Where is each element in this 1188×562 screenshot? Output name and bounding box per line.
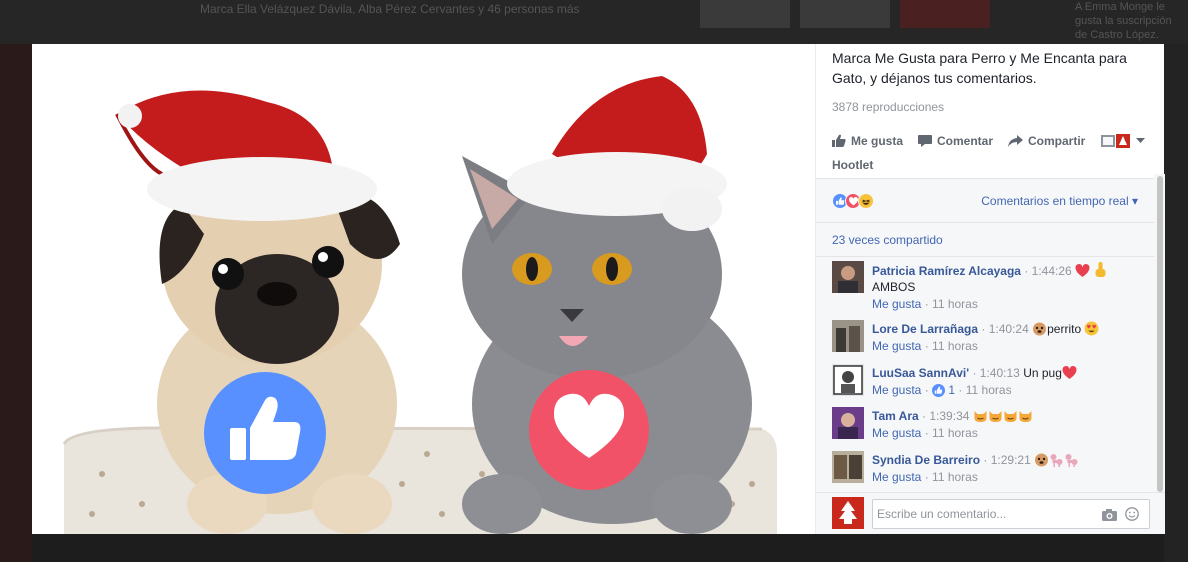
page-avatar-selector[interactable] <box>1101 134 1145 148</box>
share-button-label: Compartir <box>1028 134 1086 148</box>
cat-emoji-icon <box>1019 411 1032 422</box>
like-button[interactable]: Me gusta <box>832 134 903 148</box>
poodle-emoji-icon <box>1050 454 1063 467</box>
comment-composer <box>816 492 1165 534</box>
background-tag-line: Marca Ella Velázquez Dávila, Alba Pérez … <box>200 2 580 16</box>
comment-like-button[interactable]: Me gusta <box>872 383 921 397</box>
background-topbar <box>0 0 1188 44</box>
background-side-text: A Emma Monge le gusta la suscripción de … <box>1075 1 1172 41</box>
heart-eyes-emoji-icon <box>1085 321 1099 336</box>
heart-emoji-icon <box>1062 366 1077 379</box>
comment-age[interactable]: 11 horas <box>932 339 978 353</box>
comment-sort-dropdown[interactable]: Comentarios en tiempo real ▾ <box>981 194 1138 208</box>
avatar[interactable] <box>832 407 864 439</box>
comment-text: perrito <box>1047 322 1082 336</box>
comment-age[interactable]: 11 horas <box>932 297 978 311</box>
share-arrow-icon <box>1008 134 1023 148</box>
dog-emoji-icon <box>1033 322 1047 336</box>
comments-scrollbar[interactable] <box>1154 174 1165 492</box>
comment-body: Tam Ara · 1:39:34 Me gusta · 11 horas <box>872 408 1142 441</box>
comment-meta: Me gusta · 1 · 11 horas <box>872 383 1012 397</box>
avatar[interactable] <box>832 261 864 293</box>
background-right-strip <box>1164 44 1188 562</box>
shares-count-link[interactable]: 23 veces compartido <box>832 233 943 247</box>
comment-author[interactable]: Tam Ara <box>872 409 919 423</box>
comment-video-time[interactable]: 1:39:34 <box>929 409 969 423</box>
comment-author[interactable]: LuuSaa SannAvi' <box>872 366 969 380</box>
comment-button[interactable]: Comentar <box>918 134 993 148</box>
like-button-label: Me gusta <box>851 134 904 148</box>
comment-video-time[interactable]: 1:40:13 <box>980 366 1020 380</box>
comment-meta: Me gusta · 11 horas <box>872 297 978 311</box>
comment-like-button[interactable]: Me gusta <box>872 297 921 311</box>
comment-video-time[interactable]: 1:40:24 <box>989 322 1029 336</box>
post-caption: Marca Me Gusta para Perro y Me Encanta p… <box>832 50 1127 86</box>
comment-like-count[interactable]: 1 <box>948 383 955 397</box>
comment-author[interactable]: Patricia Ramírez Alcayaga <box>872 264 1021 278</box>
background-thumb <box>900 0 990 28</box>
share-button[interactable]: Compartir <box>1008 134 1085 148</box>
thumbs-up-icon <box>832 134 846 148</box>
background-bottom <box>32 534 1164 562</box>
cat-emoji-icon <box>1004 411 1017 422</box>
comment-video-time[interactable]: 1:44:26 <box>1032 264 1072 278</box>
shares-summary: 23 veces compartido <box>816 222 1154 256</box>
comment-age[interactable]: 11 horas <box>932 426 978 440</box>
post-actions: Me gusta Comentar Compartir <box>832 134 1152 154</box>
comment-body: LuuSaa SannAvi' · 1:40:13 Un pug Me gust… <box>872 365 1142 398</box>
comment-age[interactable]: 11 horas <box>932 470 978 484</box>
comment-like-button[interactable]: Me gusta <box>872 339 921 353</box>
comment-meta: Me gusta · 11 horas <box>872 339 978 353</box>
comment-body: Syndia De Barreiro · 1:29:21 Me gusta · … <box>872 452 1142 485</box>
haha-icon <box>858 193 874 209</box>
comment-video-time[interactable]: 1:29:21 <box>991 453 1031 467</box>
reaction-icons[interactable] <box>832 193 874 209</box>
comment-meta: Me gusta · 11 horas <box>872 470 978 484</box>
sort-caret-icon: ▾ <box>1128 194 1138 208</box>
reactions-summary: Comentarios en tiempo real ▾ <box>816 178 1154 222</box>
hootlet-button[interactable]: Hootlet <box>832 158 873 172</box>
cat-emoji-icon <box>974 411 987 422</box>
camera-icon[interactable] <box>1102 508 1117 526</box>
comment-like-button[interactable]: Me gusta <box>872 470 921 484</box>
point-up-emoji-icon <box>1095 262 1106 277</box>
comment-button-label: Comentar <box>937 134 994 148</box>
comment-text: AMBOS <box>872 280 916 294</box>
avatar[interactable] <box>832 320 864 352</box>
comment-text: Un pug <box>1023 366 1062 380</box>
comment-age[interactable]: 11 horas <box>966 383 1012 397</box>
view-count: 3878 reproducciones <box>832 100 945 114</box>
comment-body: Lore De Larrañaga · 1:40:24 perrito Me g… <box>872 321 1142 354</box>
comment-body: Patricia Ramírez Alcayaga · 1:44:26 AMBO… <box>872 262 1142 312</box>
comment-meta: Me gusta · 11 horas <box>872 426 978 440</box>
background-thumb <box>700 0 790 28</box>
comment-author[interactable]: Syndia De Barreiro <box>872 453 980 467</box>
chevron-down-icon <box>1136 138 1145 144</box>
photo-viewer: Marca Me Gusta para Perro y Me Encanta p… <box>32 44 1165 534</box>
avatar[interactable] <box>832 451 864 483</box>
avatar[interactable] <box>832 364 864 396</box>
cat-emoji-icon <box>989 411 1002 422</box>
comment-sort-label: Comentarios en tiempo real <box>981 194 1129 208</box>
post-image <box>32 44 815 534</box>
comment-author[interactable]: Lore De Larrañaga <box>872 322 978 336</box>
background-left-strip <box>0 44 32 562</box>
emoji-picker-icon[interactable] <box>1125 507 1139 526</box>
poodle-emoji-icon <box>1065 454 1078 467</box>
comment-bubble-icon <box>918 134 932 148</box>
post-sidebar: Marca Me Gusta para Perro y Me Encanta p… <box>815 44 1165 534</box>
comment-like-button[interactable]: Me gusta <box>872 426 921 440</box>
like-count-icon <box>932 384 946 397</box>
comments-list: Patricia Ramírez Alcayaga · 1:44:26 AMBO… <box>816 256 1154 492</box>
background-thumb <box>800 0 890 28</box>
page-avatar-icon <box>1101 134 1131 148</box>
dog-emoji-icon <box>1035 453 1049 467</box>
current-page-avatar[interactable] <box>832 497 864 529</box>
scrollbar-thumb[interactable] <box>1157 176 1163 492</box>
heart-emoji-icon <box>1075 264 1090 277</box>
